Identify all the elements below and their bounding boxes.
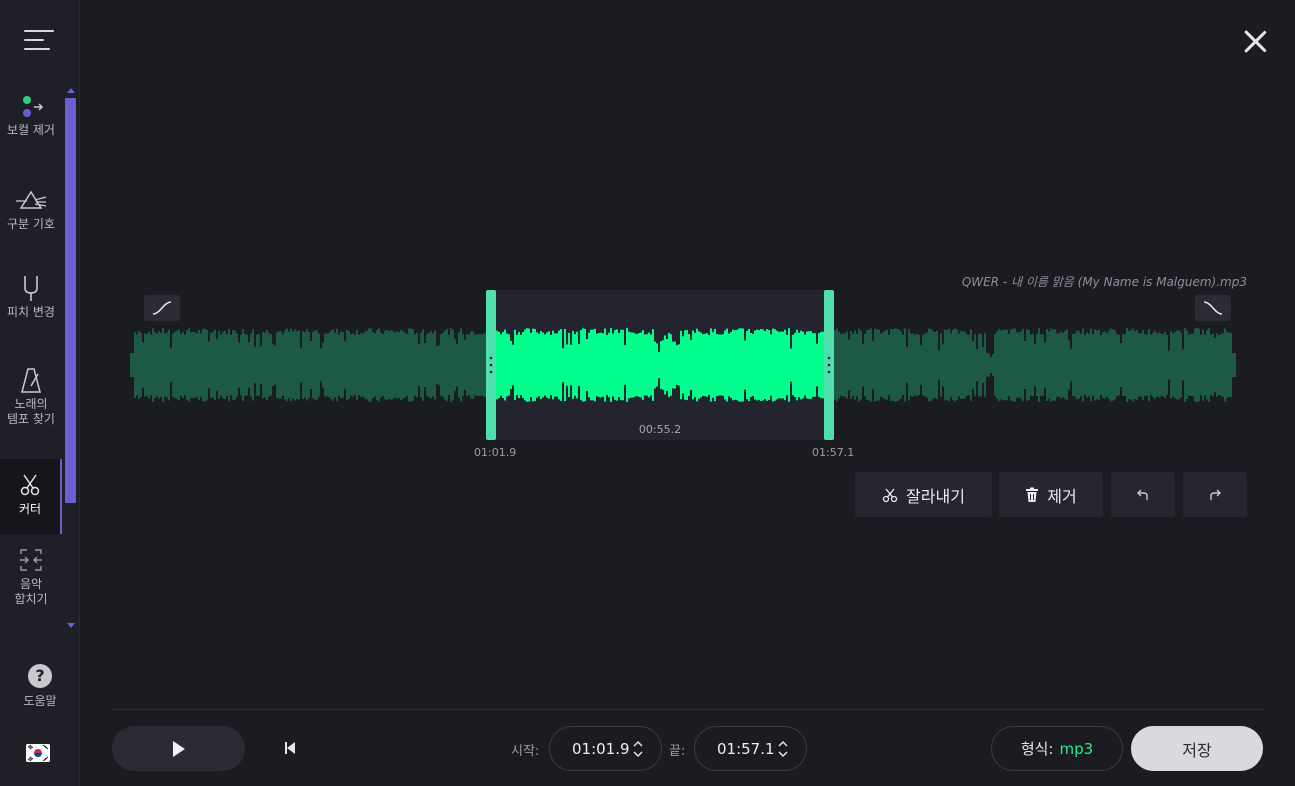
skip-to-start-icon[interactable]: [282, 740, 298, 756]
sidebar-item-cutter[interactable]: 커터: [0, 459, 62, 534]
help-button[interactable]: ? 도움말: [0, 664, 80, 709]
korea-flag-icon[interactable]: [26, 744, 50, 762]
end-time-label: 끝:: [669, 744, 686, 759]
metronome-icon: [21, 368, 41, 393]
sidebar-item-label: 구분 기호: [7, 217, 55, 231]
redo-icon: [1210, 489, 1221, 500]
redo-button[interactable]: [1183, 472, 1247, 517]
tuning-fork-icon: [24, 276, 38, 301]
sidebar-item-vocal-remover[interactable]: 보컬 제거: [0, 92, 62, 172]
remove-label: 제거: [1047, 486, 1077, 506]
undo-icon: [1137, 489, 1148, 500]
save-button[interactable]: 저장: [1131, 726, 1263, 771]
divider: [112, 709, 1264, 710]
waveform-bars: [130, 328, 1236, 402]
selection-end-time: 01:57.1: [812, 446, 855, 459]
tool-list: 보컬 제거 구분 기호 피치 변경 노래의 템포 찾기 커터 음악 합치기: [0, 84, 62, 632]
format-selector[interactable]: 형식: mp3: [991, 726, 1123, 771]
cut-button[interactable]: 잘라내기: [855, 472, 992, 517]
sidebar-item-label: 노래의 템포 찾기: [7, 397, 55, 426]
sidebar-item-label: 커터: [18, 502, 42, 516]
selection-start-time: 01:01.9: [474, 446, 517, 459]
end-time-field[interactable]: 01:57.1: [694, 726, 807, 771]
format-label: 형식:: [1020, 740, 1054, 758]
waveform[interactable]: [128, 290, 1240, 442]
joiner-icon: [20, 549, 42, 571]
sidebar-item-label: 보컬 제거: [7, 123, 55, 137]
sidebar-item-tempo-finder[interactable]: 노래의 템포 찾기: [0, 366, 62, 451]
help-icon: ?: [28, 664, 52, 688]
start-time-label: 시작:: [511, 744, 540, 759]
audio-cutter-window: 보컬 제거 구분 기호 피치 변경 노래의 템포 찾기 커터 음악 합치기 ? …: [0, 0, 1295, 786]
start-time-field[interactable]: 01:01.9: [549, 726, 662, 771]
sidebar-scrollbar[interactable]: [64, 84, 78, 632]
sidebar-item-label: 피치 변경: [7, 305, 55, 319]
format-value: mp3: [1059, 739, 1094, 758]
sidebar-item-label: 음악 합치기: [14, 577, 48, 606]
end-time-value: 01:57.1: [717, 739, 775, 758]
scissors-icon: [20, 474, 40, 496]
trash-icon: [1025, 487, 1039, 503]
selection-duration: 00:55.2: [638, 423, 682, 436]
play-button[interactable]: [112, 726, 245, 771]
cut-label: 잘라내기: [906, 486, 965, 506]
scroll-thumb[interactable]: [65, 98, 76, 503]
scissors-icon: [882, 487, 898, 503]
file-name: QWER - 내 이름 맑음 (My Name is Malguem).mp3: [961, 275, 1247, 289]
scroll-up-icon[interactable]: [67, 88, 75, 93]
start-time-value: 01:01.9: [572, 739, 630, 758]
remove-button[interactable]: 제거: [999, 472, 1103, 517]
undo-button[interactable]: [1111, 472, 1175, 517]
sidebar-item-joiner[interactable]: 음악 합치기: [0, 546, 62, 626]
vocal-remover-icon: [23, 96, 44, 117]
sidebar-item-splitter[interactable]: 구분 기호: [0, 186, 62, 256]
splitter-prism-icon: [16, 190, 47, 209]
scroll-down-icon[interactable]: [67, 623, 75, 628]
end-time-stepper-icon[interactable]: [778, 740, 788, 758]
close-icon[interactable]: [1240, 26, 1270, 56]
help-label: 도움말: [23, 694, 57, 708]
sidebar: 보컬 제거 구분 기호 피치 변경 노래의 템포 찾기 커터 음악 합치기 ? …: [0, 0, 80, 786]
menu-icon[interactable]: [24, 28, 56, 54]
sidebar-item-pitch-changer[interactable]: 피치 변경: [0, 274, 62, 344]
start-time-stepper-icon[interactable]: [633, 740, 643, 758]
